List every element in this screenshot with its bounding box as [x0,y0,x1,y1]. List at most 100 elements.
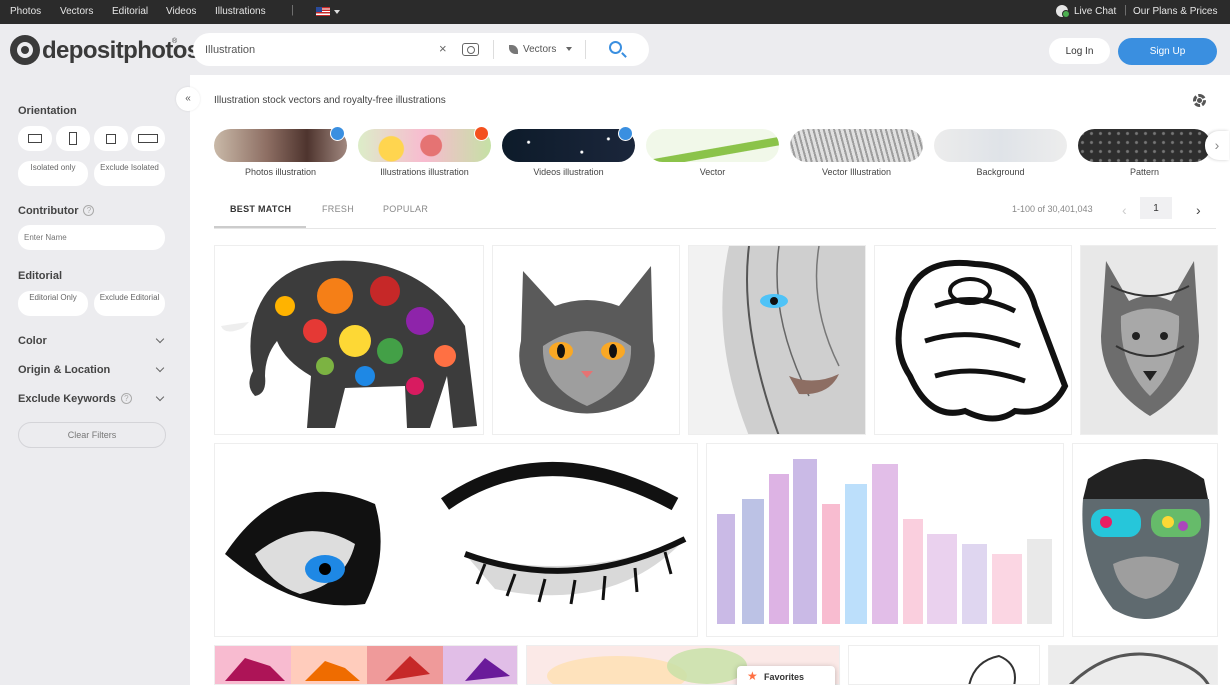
result-tile-lion-pencil[interactable] [1048,645,1218,685]
result-tile-lion-sketch[interactable] [688,245,866,435]
editorial-only-button[interactable]: Editorial Only [18,291,88,316]
logo-icon[interactable] [10,35,40,65]
isolated-only-button[interactable]: Isolated only [18,161,88,186]
nav-photos[interactable]: Photos [10,6,41,17]
lion-pencil-illustration [1068,652,1210,684]
polygon-horses-illustration [215,646,517,684]
related-chip[interactable]: Vector Illustration [790,129,923,177]
favorites-button[interactable]: ★ Favorites [737,666,835,685]
nav-illustrations[interactable]: Illustrations [215,6,266,17]
related-chip[interactable]: Illustrations illustration [358,126,491,177]
top-nav-bar: Photos Vectors Editorial Videos Illustra… [0,0,1230,24]
chip-label: Background [976,167,1025,177]
result-tile-cat[interactable] [492,245,680,435]
page-number-input[interactable]: 1 [1140,197,1172,219]
chevron-down-icon[interactable] [155,392,165,402]
related-chip[interactable]: Photos illustration [214,126,347,177]
chip-label: Vector [699,167,726,177]
signup-button[interactable]: Sign Up [1118,38,1217,65]
us-flag-icon[interactable] [316,7,330,16]
elephant-illustration [221,260,477,428]
chip-thumbnail [502,129,635,162]
chip-label: Photos illustration [244,167,317,177]
origin-location-filter[interactable]: Origin & Location [18,364,110,376]
search-bar: × Vectors [193,33,649,66]
clear-filters-button[interactable]: Clear Filters [18,422,166,448]
city-watercolor-illustration [717,459,1052,624]
tab-popular[interactable]: POPULAR [383,204,428,214]
search-icon[interactable] [609,41,622,54]
filter-sidebar: « Orientation Isolated only Exclude Isol… [0,75,200,685]
registered-mark: ® [172,38,178,45]
contributor-heading-label: Contributor [18,205,79,217]
star-icon: ★ [747,669,758,683]
chip-thumbnail [646,129,779,162]
main-content: Illustration stock vectors and royalty-f… [190,75,1230,685]
nav-editorial[interactable]: Editorial [112,6,148,17]
camera-icon[interactable] [462,43,479,56]
chevron-down-icon[interactable] [155,363,165,373]
plans-prices-link[interactable]: Our Plans & Prices [1133,6,1217,17]
chip-thumbnail [1078,129,1211,162]
clear-search-icon[interactable]: × [439,41,447,56]
chevron-down-icon[interactable] [566,47,572,51]
exclude-editorial-button[interactable]: Exclude Editorial [94,291,165,316]
chat-icon[interactable] [1056,5,1070,18]
divider [585,40,586,59]
editorial-heading: Editorial [18,270,63,282]
nav-videos[interactable]: Videos [166,6,196,17]
orientation-heading: Orientation [18,105,77,117]
related-chip[interactable]: Pattern [1078,129,1211,177]
horizontal-icon [28,134,42,143]
result-tile-sketch-flower[interactable] [848,645,1040,685]
chip-thumbnail [214,129,347,162]
wolf-illustration [1081,246,1217,434]
result-tile-city-watercolor[interactable] [706,443,1064,637]
tab-best-match[interactable]: BEST MATCH [230,204,291,214]
result-tile-gorilla[interactable] [1072,443,1218,637]
content-type-select[interactable]: Vectors [523,44,556,55]
panoramic-icon [138,134,158,143]
gear-icon[interactable] [1193,94,1206,107]
contributor-name-input[interactable] [18,225,165,250]
result-tile-pointing-hand[interactable] [874,245,1072,435]
collapse-sidebar-icon[interactable]: « [176,87,200,111]
help-icon[interactable]: ? [83,205,95,216]
chip-thumbnail [934,129,1067,162]
chevron-down-icon[interactable] [334,10,340,14]
divider [493,40,494,59]
related-chip[interactable]: Background [934,129,1067,177]
pointing-hand-illustration [895,260,1069,422]
related-chip[interactable]: Videos illustration [502,126,635,177]
chips-next-button[interactable]: › [1205,131,1229,160]
result-tile-wolf[interactable] [1080,245,1218,435]
exclude-isolated-button[interactable]: Exclude Isolated [94,161,165,186]
login-button[interactable]: Log In [1049,38,1110,64]
related-chip[interactable]: Vector [646,129,779,177]
orientation-vertical-button[interactable] [56,126,90,151]
eyes-illustration [225,462,687,606]
chevron-down-icon[interactable] [155,334,165,344]
orientation-panoramic-button[interactable] [131,126,165,151]
favorites-label: Favorites [764,672,805,682]
tab-fresh[interactable]: FRESH [322,204,354,214]
search-input[interactable] [205,41,425,58]
nav-vectors[interactable]: Vectors [60,6,93,17]
prev-page-icon[interactable]: ‹ [1122,202,1127,218]
exclude-keywords-filter[interactable]: Exclude Keywords? [18,393,132,405]
chip-label: Illustrations illustration [380,167,469,177]
brush-badge-icon [474,126,489,141]
help-icon[interactable]: ? [120,393,132,404]
result-tile-elephant[interactable] [214,245,484,435]
orientation-horizontal-button[interactable] [18,126,52,151]
vector-type-icon[interactable] [509,45,518,54]
result-tile-polygon-horses[interactable] [214,645,518,685]
chip-thumbnail [358,129,491,162]
square-icon [106,134,116,144]
orientation-square-button[interactable] [94,126,128,151]
next-page-icon[interactable]: › [1196,202,1201,218]
result-tile-eyes[interactable] [214,443,698,637]
color-filter[interactable]: Color [18,335,47,347]
live-chat-link[interactable]: Live Chat [1074,6,1116,17]
chip-label: Pattern [1129,167,1160,177]
